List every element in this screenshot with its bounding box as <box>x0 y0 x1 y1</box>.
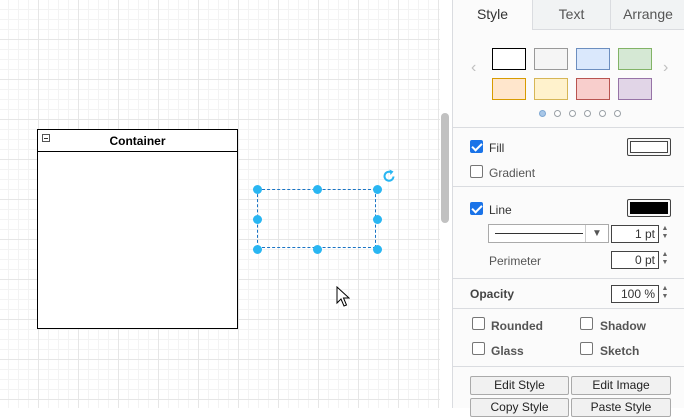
perimeter-stepper[interactable]: ▲ ▼ <box>660 251 670 269</box>
sketch-checkbox[interactable] <box>580 342 593 355</box>
resize-handle-e[interactable] <box>373 215 382 224</box>
style-swatch[interactable] <box>492 78 526 100</box>
container-shape[interactable]: Container <box>37 129 238 329</box>
selected-rectangle-shape[interactable] <box>257 189 376 248</box>
glass-checkbox[interactable] <box>472 342 485 355</box>
container-header[interactable]: Container <box>38 130 237 152</box>
page-dot[interactable] <box>569 110 576 117</box>
line-width-input[interactable]: 1 pt <box>611 225 659 243</box>
perimeter-input[interactable]: 0 pt <box>611 251 659 269</box>
opacity-input[interactable]: 100 % <box>611 285 659 303</box>
diagram-canvas[interactable]: Container <box>0 0 440 408</box>
perimeter-label: Perimeter <box>489 254 542 268</box>
gradient-checkbox[interactable] <box>470 165 483 178</box>
resize-handle-se[interactable] <box>373 245 382 254</box>
format-panel: Style Text Arrange ‹ › Fill Gradient Lin… <box>452 0 684 417</box>
line-color-button[interactable] <box>627 199 671 217</box>
opacity-stepper[interactable]: ▲ ▼ <box>660 285 670 303</box>
chevron-left-icon[interactable]: ‹ <box>471 60 483 76</box>
page-dot[interactable] <box>599 110 606 117</box>
resize-handle-ne[interactable] <box>373 185 382 194</box>
chevron-right-icon[interactable]: › <box>663 60 675 76</box>
resize-handle-s[interactable] <box>313 245 322 254</box>
tab-arrange[interactable]: Arrange <box>610 0 684 30</box>
fill-label: Fill <box>489 141 505 155</box>
rounded-label: Rounded <box>491 319 543 333</box>
rounded-checkbox[interactable] <box>472 317 485 330</box>
style-swatch[interactable] <box>492 48 526 70</box>
page-dot[interactable] <box>614 110 621 117</box>
mouse-cursor-icon <box>336 286 350 307</box>
gradient-label: Gradient <box>489 166 536 180</box>
tab-text[interactable]: Text <box>532 0 610 30</box>
style-swatch[interactable] <box>576 48 610 70</box>
format-tabs: Style Text Arrange <box>453 0 684 30</box>
sketch-label: Sketch <box>600 344 640 358</box>
style-swatch[interactable] <box>576 78 610 100</box>
tab-style[interactable]: Style <box>453 0 532 30</box>
container-title: Container <box>109 134 166 148</box>
fill-checkbox[interactable] <box>470 140 483 153</box>
edit-style-button[interactable]: Edit Style <box>470 376 569 395</box>
line-width-stepper[interactable]: ▲ ▼ <box>660 225 670 243</box>
page-dot[interactable] <box>554 110 561 117</box>
style-swatch[interactable] <box>534 78 568 100</box>
resize-handle-sw[interactable] <box>253 245 262 254</box>
edit-image-button[interactable]: Edit Image <box>571 376 671 395</box>
opacity-label: Opacity <box>470 287 515 301</box>
dropdown-arrow-icon: ▼ <box>585 225 608 242</box>
opacity-section: Opacity 100 % ▲ ▼ <box>453 279 684 309</box>
fill-section: Fill Gradient <box>453 128 684 187</box>
style-swatch[interactable] <box>618 78 652 100</box>
line-pattern-preview <box>495 233 583 234</box>
rotate-icon[interactable] <box>381 168 397 184</box>
style-swatches: ‹ › <box>453 30 684 128</box>
fill-color-button[interactable] <box>627 138 671 156</box>
style-swatch[interactable] <box>534 48 568 70</box>
options-section: Rounded Shadow Glass Sketch <box>453 309 684 367</box>
shadow-checkbox[interactable] <box>580 317 593 330</box>
line-pattern-select[interactable]: ▼ <box>488 224 609 243</box>
line-checkbox[interactable] <box>470 202 483 215</box>
style-swatch[interactable] <box>618 48 652 70</box>
glass-label: Glass <box>491 344 524 358</box>
scrollbar-thumb[interactable] <box>441 113 449 223</box>
resize-handle-nw[interactable] <box>253 185 262 194</box>
shadow-label: Shadow <box>600 319 647 333</box>
resize-handle-n[interactable] <box>313 185 322 194</box>
page-dot[interactable] <box>539 110 546 117</box>
resize-handle-w[interactable] <box>253 215 262 224</box>
page-dot[interactable] <box>584 110 591 117</box>
line-section: Line ▼ 1 pt ▲ ▼ Perimeter 0 pt ▲ ▼ <box>453 187 684 279</box>
line-label: Line <box>489 203 512 217</box>
